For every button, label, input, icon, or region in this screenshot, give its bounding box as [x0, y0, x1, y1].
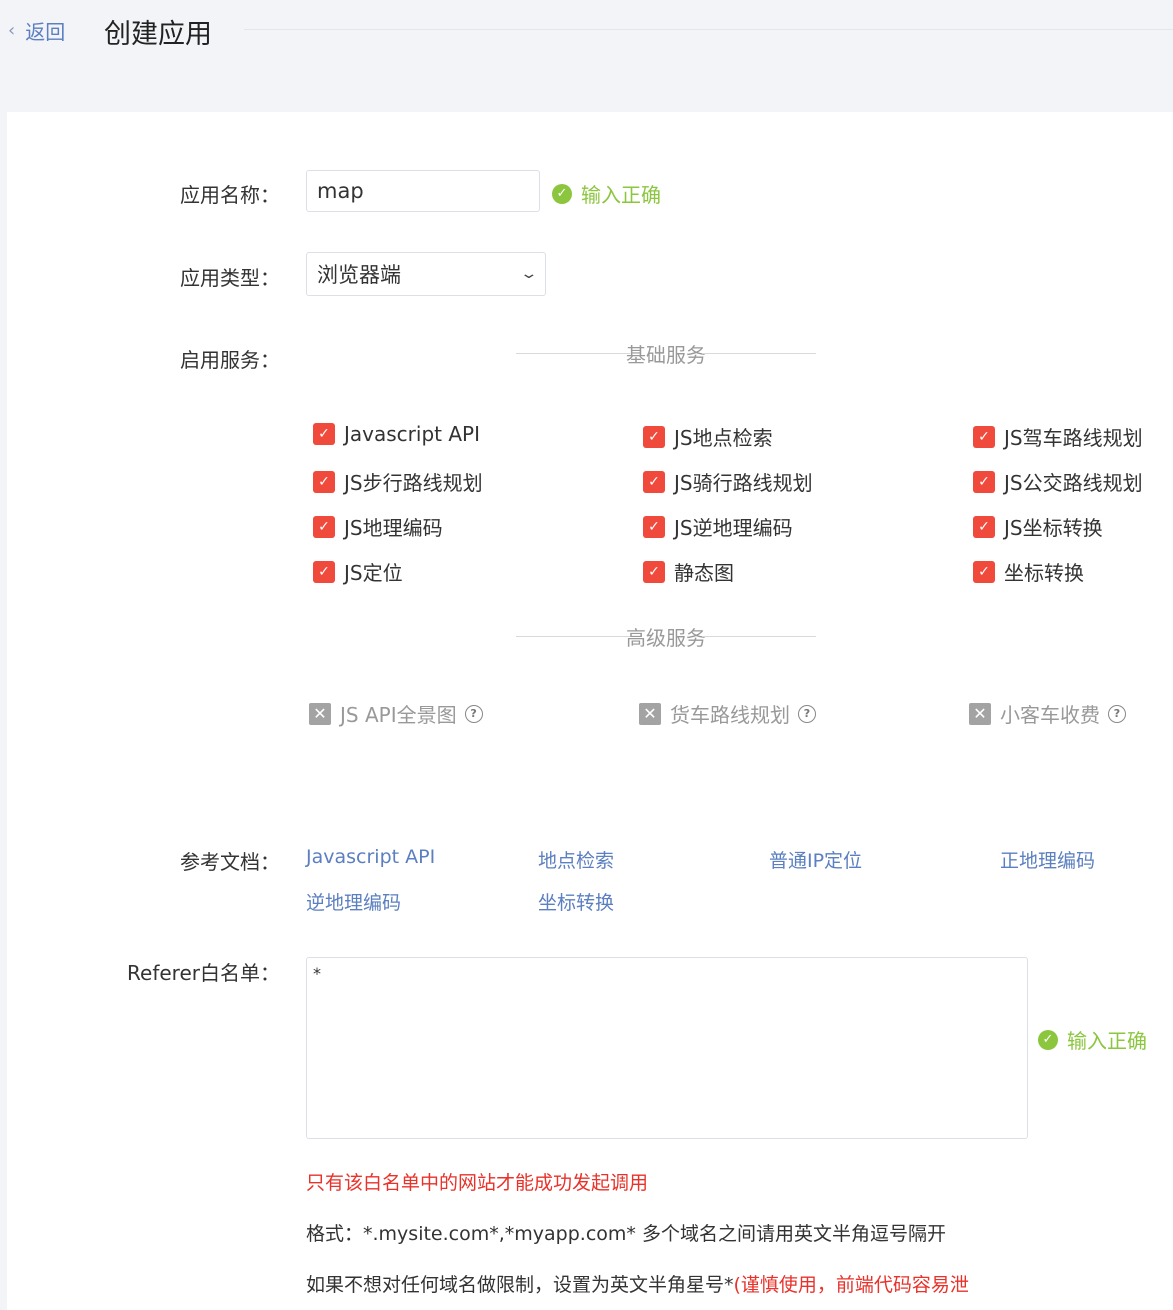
checkbox-checked-icon: ✓	[643, 470, 665, 493]
app-name-label: 应用名称：	[180, 183, 280, 207]
basic-service-checkbox[interactable]: ✓ Javascript API	[313, 422, 480, 446]
doc-link-javascript-api[interactable]: Javascript API	[306, 846, 435, 868]
basic-service-checkbox[interactable]: ✓ JS坐标转换	[973, 512, 1103, 541]
top-bar: ‹ 返回 创建应用	[0, 0, 1173, 64]
app-type-select[interactable]: 浏览器端 ⌄	[306, 252, 546, 296]
basic-service-label: JS逆地理编码	[674, 516, 793, 540]
basic-service-label: JS骑行路线规划	[674, 471, 813, 495]
basic-service-checkbox[interactable]: ✓ JS公交路线规划	[973, 467, 1143, 496]
basic-service-checkbox[interactable]: ✓ JS地点检索	[643, 422, 773, 451]
disabled-checkbox-icon: ✕	[639, 702, 661, 725]
checkbox-checked-icon: ✓	[313, 560, 335, 583]
referer-label: Referer白名单：	[127, 961, 280, 985]
format-note: 格式：*.mysite.com*,*myapp.com* 多个域名之间请用英文半…	[306, 1223, 946, 1245]
app-name-status-text: 输入正确	[581, 183, 661, 207]
checkbox-checked-icon: ✓	[643, 515, 665, 538]
chevron-left-icon: ‹	[8, 19, 16, 41]
disabled-checkbox-icon: ✕	[309, 702, 331, 725]
basic-service-label: JS驾车路线规划	[1004, 426, 1143, 450]
checkbox-checked-icon: ✓	[313, 423, 335, 445]
help-icon[interactable]: ?	[1108, 704, 1126, 723]
wildcard-warning: (谨慎使用，前端代码容易泄	[733, 1274, 969, 1296]
basic-service-label: Javascript API	[344, 422, 480, 446]
app-type-label: 应用类型：	[180, 266, 280, 290]
doc-link-ip-location[interactable]: 普通IP定位	[769, 846, 862, 873]
back-label: 返回	[25, 20, 66, 44]
app-type-value: 浏览器端	[317, 263, 401, 287]
basic-service-checkbox[interactable]: ✓ JS地理编码	[313, 512, 443, 541]
checkbox-checked-icon: ✓	[973, 470, 995, 493]
referer-status: ✓ 输入正确	[1038, 1025, 1147, 1054]
doc-link-reverse-geocoding[interactable]: 逆地理编码	[306, 888, 401, 915]
basic-service-label: JS定位	[344, 561, 403, 585]
basic-service-label: 坐标转换	[1004, 561, 1084, 585]
help-icon[interactable]: ?	[464, 704, 483, 723]
checkbox-checked-icon: ✓	[313, 515, 335, 538]
advanced-service-item: ✕ 小客车收费 ?	[969, 699, 1126, 728]
whitelist-warning: 只有该白名单中的网站才能成功发起调用	[306, 1172, 649, 1194]
advanced-services-title: 高级服务	[516, 624, 816, 650]
doc-link-place-search[interactable]: 地点检索	[538, 846, 614, 873]
basic-service-label: JS公交路线规划	[1004, 471, 1143, 495]
advanced-service-item: ✕ 货车路线规划 ?	[639, 699, 816, 728]
basic-service-checkbox[interactable]: ✓ JS驾车路线规划	[973, 422, 1143, 451]
basic-service-checkbox[interactable]: ✓ JS骑行路线规划	[643, 467, 813, 496]
basic-service-checkbox[interactable]: ✓ JS步行路线规划	[313, 467, 483, 496]
chevron-down-icon: ⌄	[519, 266, 539, 282]
basic-service-checkbox[interactable]: ✓ JS逆地理编码	[643, 512, 793, 541]
doc-link-geocoding[interactable]: 正地理编码	[1000, 846, 1095, 873]
checkbox-checked-icon: ✓	[973, 425, 995, 448]
basic-service-label: JS地点检索	[674, 426, 773, 450]
basic-service-label: JS坐标转换	[1004, 516, 1103, 540]
app-name-status: ✓ 输入正确	[552, 179, 661, 208]
check-circle-icon: ✓	[552, 183, 572, 204]
checkbox-checked-icon: ✓	[313, 470, 335, 493]
checkbox-checked-icon: ✓	[973, 515, 995, 538]
app-name-input[interactable]	[306, 170, 540, 212]
basic-service-checkbox[interactable]: ✓ 静态图	[643, 557, 734, 586]
referer-status-text: 输入正确	[1067, 1029, 1147, 1053]
wildcard-note: 如果不想对任何域名做限制，设置为英文半角星号*(谨慎使用，前端代码容易泄	[306, 1274, 969, 1296]
services-label: 启用服务：	[180, 348, 280, 372]
basic-service-label: JS步行路线规划	[344, 471, 483, 495]
check-circle-icon: ✓	[1038, 1029, 1058, 1050]
divider	[244, 29, 1173, 30]
checkbox-checked-icon: ✓	[643, 560, 665, 583]
basic-service-label: 静态图	[674, 561, 734, 585]
basic-service-checkbox[interactable]: ✓ 坐标转换	[973, 557, 1084, 586]
back-button[interactable]: ‹ 返回	[8, 16, 65, 45]
basic-service-label: JS地理编码	[344, 516, 443, 540]
basic-service-checkbox[interactable]: ✓ JS定位	[313, 557, 403, 586]
disabled-checkbox-icon: ✕	[969, 702, 991, 725]
docs-label: 参考文档：	[180, 850, 280, 874]
page-title: 创建应用	[104, 19, 212, 50]
basic-services-title: 基础服务	[516, 341, 816, 367]
checkbox-checked-icon: ✓	[973, 560, 995, 583]
help-icon[interactable]: ?	[798, 704, 816, 723]
checkbox-checked-icon: ✓	[643, 425, 665, 448]
referer-whitelist-input[interactable]: *	[306, 957, 1028, 1139]
doc-link-coordinate-convert[interactable]: 坐标转换	[538, 888, 614, 915]
advanced-service-item: ✕ JS API全景图 ?	[309, 699, 483, 728]
